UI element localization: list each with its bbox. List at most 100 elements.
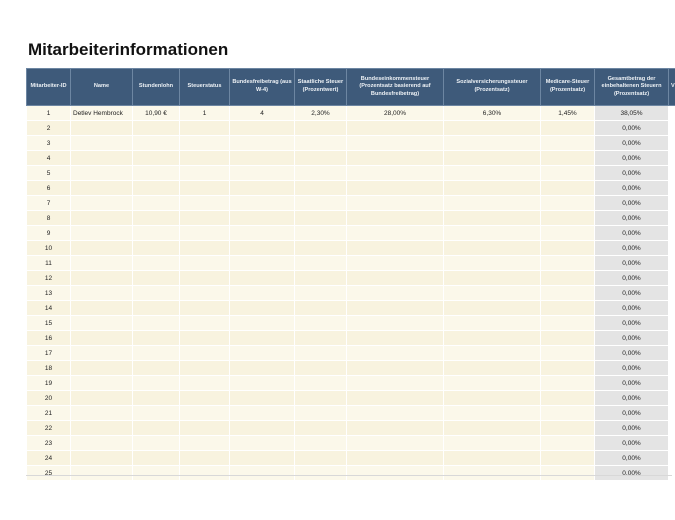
cell-hourly-wage[interactable] bbox=[132, 375, 180, 391]
cell-medicare-tax[interactable] bbox=[540, 210, 595, 226]
cell-tax-status[interactable] bbox=[179, 300, 230, 316]
cell-federal-income-tax[interactable] bbox=[346, 210, 444, 226]
cell-name[interactable] bbox=[70, 405, 133, 421]
cell-state-tax[interactable] bbox=[294, 405, 347, 421]
cell-federal-allowance[interactable]: 4 bbox=[229, 105, 295, 121]
cell-employee-id[interactable]: 18 bbox=[26, 360, 71, 376]
cell-name[interactable] bbox=[70, 195, 133, 211]
cell-federal-allowance[interactable] bbox=[229, 420, 295, 436]
cell-medicare-tax[interactable]: 1,45% bbox=[540, 105, 595, 121]
cell-name[interactable] bbox=[70, 270, 133, 286]
cell-federal-income-tax[interactable] bbox=[346, 450, 444, 466]
cell-hourly-wage[interactable] bbox=[132, 195, 180, 211]
cell-federal-allowance[interactable] bbox=[229, 240, 295, 256]
cell-tax-status[interactable]: 1 bbox=[179, 105, 230, 121]
cell-social-security-tax[interactable] bbox=[443, 195, 541, 211]
cell-federal-income-tax[interactable] bbox=[346, 465, 444, 481]
cell-social-security-tax[interactable] bbox=[443, 285, 541, 301]
cell-state-tax[interactable]: 2,30% bbox=[294, 105, 347, 121]
cell-tax-status[interactable] bbox=[179, 240, 230, 256]
cell-tax-status[interactable] bbox=[179, 210, 230, 226]
cell-federal-allowance[interactable] bbox=[229, 180, 295, 196]
cell-federal-allowance[interactable] bbox=[229, 255, 295, 271]
cell-state-tax[interactable] bbox=[294, 375, 347, 391]
cell-total-withheld[interactable]: 0,00% bbox=[594, 120, 669, 136]
cell-tax-status[interactable] bbox=[179, 375, 230, 391]
cell-total-withheld[interactable]: 0,00% bbox=[594, 450, 669, 466]
cell-social-security-tax[interactable] bbox=[443, 210, 541, 226]
cell-name[interactable]: Detlev Hembrock bbox=[70, 105, 133, 121]
cell-truncated[interactable] bbox=[668, 135, 675, 151]
cell-total-withheld[interactable]: 0,00% bbox=[594, 165, 669, 181]
cell-state-tax[interactable] bbox=[294, 225, 347, 241]
header-cell-total-withheld[interactable]: Gesamtbetrag der einbehaltenen Steuern (… bbox=[594, 68, 669, 106]
cell-hourly-wage[interactable] bbox=[132, 240, 180, 256]
cell-federal-allowance[interactable] bbox=[229, 390, 295, 406]
cell-name[interactable] bbox=[70, 375, 133, 391]
cell-employee-id[interactable]: 17 bbox=[26, 345, 71, 361]
cell-hourly-wage[interactable] bbox=[132, 345, 180, 361]
cell-total-withheld[interactable]: 0,00% bbox=[594, 285, 669, 301]
header-cell-social-security-tax[interactable]: Sozialversicherungssteuer (Prozentsatz) bbox=[443, 68, 541, 106]
cell-employee-id[interactable]: 2 bbox=[26, 120, 71, 136]
cell-hourly-wage[interactable] bbox=[132, 255, 180, 271]
cell-name[interactable] bbox=[70, 150, 133, 166]
cell-medicare-tax[interactable] bbox=[540, 435, 595, 451]
cell-total-withheld[interactable]: 0,00% bbox=[594, 135, 669, 151]
cell-state-tax[interactable] bbox=[294, 465, 347, 481]
cell-hourly-wage[interactable] bbox=[132, 225, 180, 241]
cell-truncated[interactable] bbox=[668, 165, 675, 181]
cell-medicare-tax[interactable] bbox=[540, 195, 595, 211]
cell-total-withheld[interactable]: 0,00% bbox=[594, 345, 669, 361]
cell-federal-income-tax[interactable] bbox=[346, 225, 444, 241]
cell-truncated[interactable] bbox=[668, 435, 675, 451]
cell-hourly-wage[interactable] bbox=[132, 210, 180, 226]
cell-hourly-wage[interactable] bbox=[132, 360, 180, 376]
cell-federal-allowance[interactable] bbox=[229, 345, 295, 361]
cell-employee-id[interactable]: 12 bbox=[26, 270, 71, 286]
cell-medicare-tax[interactable] bbox=[540, 390, 595, 406]
header-cell-medicare-tax[interactable]: Medicare-Steuer (Prozentsatz) bbox=[540, 68, 595, 106]
cell-federal-income-tax[interactable] bbox=[346, 330, 444, 346]
cell-hourly-wage[interactable] bbox=[132, 315, 180, 331]
header-cell-tax-status[interactable]: Steuerstatus bbox=[179, 68, 230, 106]
cell-hourly-wage[interactable] bbox=[132, 435, 180, 451]
cell-social-security-tax[interactable] bbox=[443, 165, 541, 181]
cell-total-withheld[interactable]: 0,00% bbox=[594, 375, 669, 391]
cell-truncated[interactable] bbox=[668, 240, 675, 256]
cell-hourly-wage[interactable] bbox=[132, 270, 180, 286]
cell-total-withheld[interactable]: 0,00% bbox=[594, 150, 669, 166]
cell-tax-status[interactable] bbox=[179, 465, 230, 481]
cell-employee-id[interactable]: 24 bbox=[26, 450, 71, 466]
cell-social-security-tax[interactable] bbox=[443, 300, 541, 316]
cell-hourly-wage[interactable] bbox=[132, 285, 180, 301]
cell-name[interactable] bbox=[70, 180, 133, 196]
cell-name[interactable] bbox=[70, 330, 133, 346]
cell-total-withheld[interactable]: 0,00% bbox=[594, 465, 669, 481]
cell-federal-income-tax[interactable]: 28,00% bbox=[346, 105, 444, 121]
cell-total-withheld[interactable]: 0,00% bbox=[594, 300, 669, 316]
cell-tax-status[interactable] bbox=[179, 315, 230, 331]
cell-total-withheld[interactable]: 0,00% bbox=[594, 405, 669, 421]
cell-tax-status[interactable] bbox=[179, 285, 230, 301]
cell-truncated[interactable] bbox=[668, 195, 675, 211]
cell-tax-status[interactable] bbox=[179, 180, 230, 196]
cell-employee-id[interactable]: 19 bbox=[26, 375, 71, 391]
cell-truncated[interactable] bbox=[668, 315, 675, 331]
cell-federal-income-tax[interactable] bbox=[346, 360, 444, 376]
cell-truncated[interactable] bbox=[668, 465, 675, 481]
cell-federal-allowance[interactable] bbox=[229, 210, 295, 226]
cell-social-security-tax[interactable]: 6,30% bbox=[443, 105, 541, 121]
cell-state-tax[interactable] bbox=[294, 240, 347, 256]
cell-state-tax[interactable] bbox=[294, 165, 347, 181]
header-cell-state-tax[interactable]: Staatliche Steuer (Prozentwert) bbox=[294, 68, 347, 106]
cell-hourly-wage[interactable] bbox=[132, 450, 180, 466]
cell-federal-allowance[interactable] bbox=[229, 450, 295, 466]
cell-social-security-tax[interactable] bbox=[443, 120, 541, 136]
cell-tax-status[interactable] bbox=[179, 420, 230, 436]
cell-social-security-tax[interactable] bbox=[443, 330, 541, 346]
cell-state-tax[interactable] bbox=[294, 210, 347, 226]
cell-medicare-tax[interactable] bbox=[540, 165, 595, 181]
cell-social-security-tax[interactable] bbox=[443, 225, 541, 241]
cell-name[interactable] bbox=[70, 210, 133, 226]
